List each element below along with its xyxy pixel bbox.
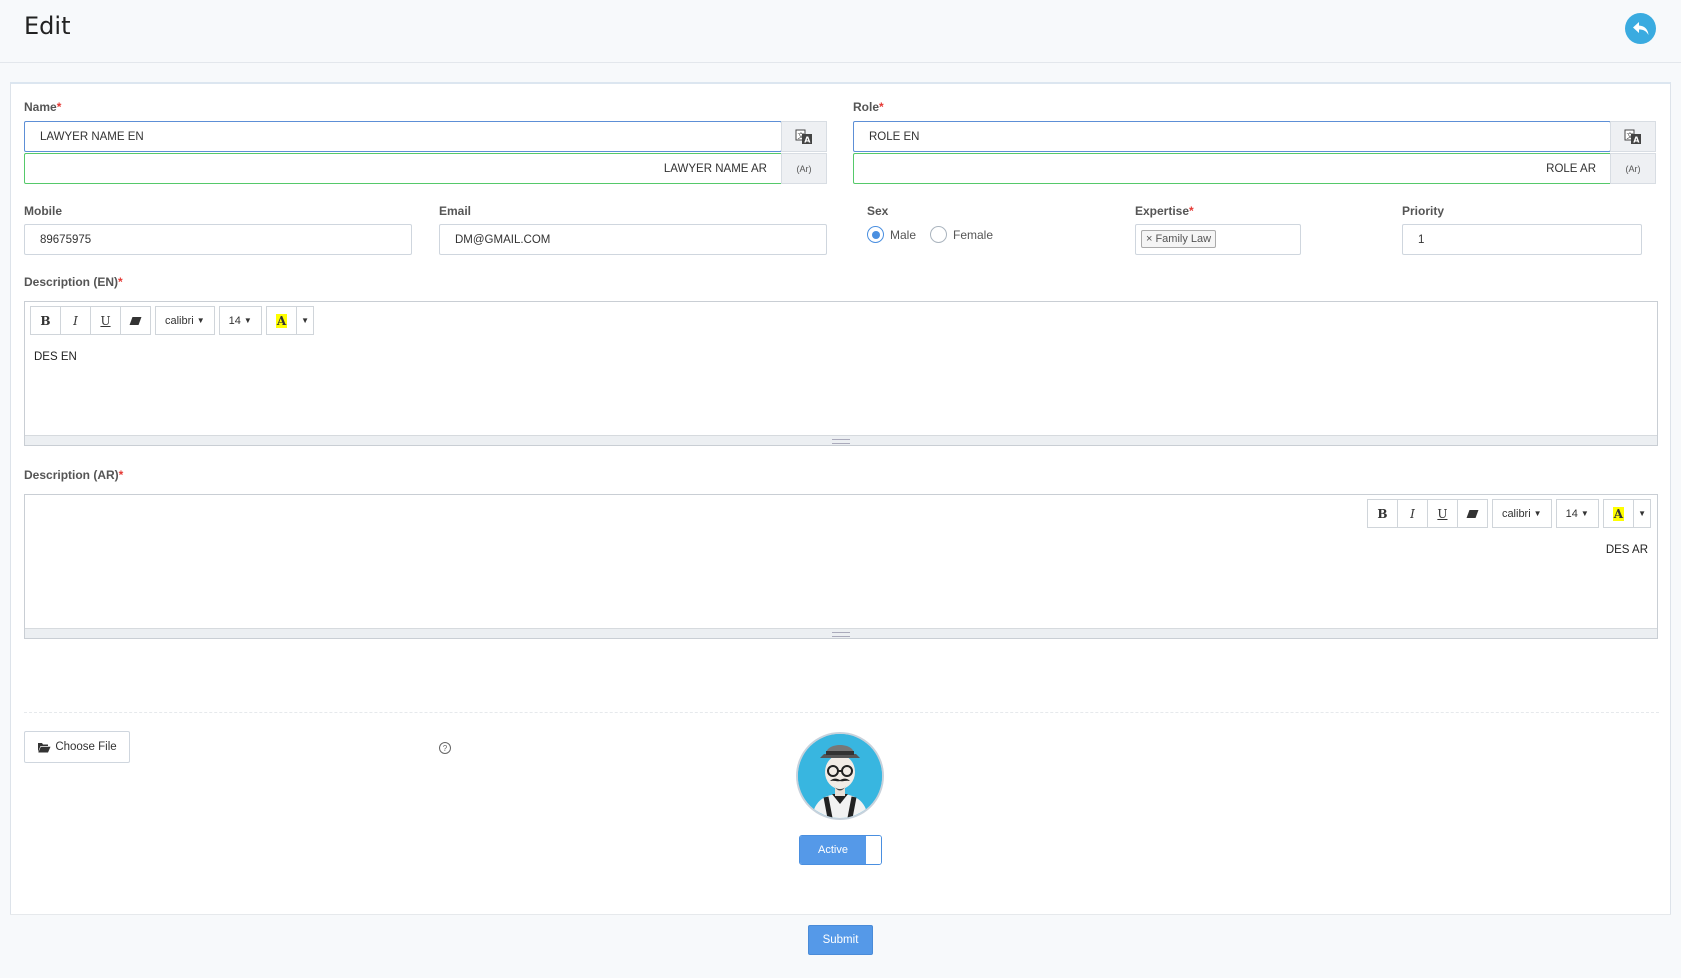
font-size-value: 14 — [1565, 507, 1578, 520]
choose-file-button[interactable]: Choose File — [24, 731, 130, 763]
font-size-value: 14 — [228, 314, 241, 327]
description-ar-editor[interactable]: B I U calibri ▼ 14 ▼ A ▼ DES AR — [24, 494, 1658, 639]
editor-content[interactable]: DES EN — [34, 351, 77, 363]
italic-button[interactable]: I — [60, 306, 91, 335]
editor-toolbar: B I U calibri ▼ 14 ▼ A ▼ — [30, 306, 315, 335]
choose-file-label: Choose File — [55, 741, 117, 753]
font-size-dropdown[interactable]: 14 ▼ — [1555, 499, 1599, 528]
highlight-icon: A — [1612, 506, 1625, 521]
name-label: Name* — [24, 100, 62, 114]
role-ar-tag: (Ar) — [1610, 153, 1656, 184]
active-toggle[interactable]: Active — [799, 835, 882, 865]
caret-down-icon: ▼ — [196, 316, 205, 325]
font-family-dropdown[interactable]: calibri ▼ — [1491, 499, 1552, 528]
color-dropdown-button[interactable]: ▼ — [296, 306, 315, 335]
name-ar-tag: (Ar) — [781, 153, 827, 184]
eraser-button[interactable] — [1456, 499, 1488, 528]
caret-down-icon: ▼ — [1638, 509, 1646, 518]
help-icon[interactable]: ? — [439, 742, 451, 754]
underline-button[interactable]: U — [90, 306, 121, 335]
radio-label: Male — [890, 227, 917, 242]
translate-icon: 文 A — [795, 129, 812, 144]
name-ar-input[interactable]: LAWYER NAME AR — [24, 153, 783, 184]
radio-label: Female — [953, 227, 994, 242]
editor-toolbar: B I U calibri ▼ 14 ▼ A ▼ — [1366, 499, 1651, 528]
font-family-value: calibri — [165, 314, 194, 327]
radio-circle — [930, 226, 947, 243]
resize-handle[interactable] — [25, 435, 1657, 445]
highlight-icon: A — [275, 313, 288, 328]
editor-content[interactable]: DES AR — [1606, 544, 1648, 556]
font-family-value: calibri — [1501, 507, 1531, 520]
expertise-tag: × Family Law — [1141, 230, 1217, 248]
role-en-input[interactable]: ROLE EN — [853, 121, 1611, 152]
translate-icon: 文 A — [1624, 129, 1641, 144]
radio-circle — [867, 226, 884, 243]
mobile-input[interactable]: 89675975 — [24, 224, 412, 255]
reply-icon — [1632, 21, 1648, 35]
color-dropdown-button[interactable]: ▼ — [1633, 499, 1651, 528]
toggle-knob — [866, 836, 881, 864]
role-label: Role* — [853, 100, 884, 114]
submit-button[interactable]: Submit — [808, 925, 873, 955]
bold-button[interactable]: B — [30, 306, 61, 335]
eraser-icon — [129, 316, 142, 325]
role-ar-input[interactable]: ROLE AR — [853, 153, 1612, 184]
toggle-on-label: Active — [800, 836, 866, 864]
font-family-dropdown[interactable]: calibri ▼ — [155, 306, 215, 335]
svg-text:A: A — [1633, 135, 1640, 144]
font-size-dropdown[interactable]: 14 ▼ — [218, 306, 262, 335]
translate-button[interactable]: 文 A — [1610, 121, 1656, 152]
expertise-label: Expertise* — [1135, 204, 1194, 218]
email-input[interactable]: DM@GMAIL.COM — [439, 224, 827, 255]
bold-button[interactable]: B — [1366, 499, 1398, 528]
tag-label: Family Law — [1155, 233, 1212, 245]
eraser-icon — [1466, 509, 1479, 518]
remove-tag-icon[interactable]: × — [1146, 233, 1152, 245]
text-color-button[interactable]: A — [1602, 499, 1635, 528]
text-color-button[interactable]: A — [265, 306, 298, 335]
sex-label: Sex — [867, 204, 889, 218]
description-en-label: Description (EN)* — [24, 275, 123, 289]
page-title: Edit — [24, 12, 71, 40]
eraser-button[interactable] — [120, 306, 151, 335]
name-en-input[interactable]: LAWYER NAME EN — [24, 121, 782, 152]
email-label: Email — [439, 204, 472, 218]
folder-open-icon — [38, 742, 51, 752]
section-divider — [24, 712, 1659, 713]
translate-button[interactable]: 文 A — [781, 121, 827, 152]
resize-handle[interactable] — [25, 628, 1657, 638]
caret-down-icon: ▼ — [1580, 509, 1589, 518]
avatar — [796, 732, 884, 820]
svg-text:A: A — [804, 135, 811, 144]
sex-female-radio[interactable]: Female — [930, 226, 993, 243]
italic-button[interactable]: I — [1396, 499, 1428, 528]
mobile-label: Mobile — [24, 204, 62, 218]
sex-male-radio[interactable]: Male — [867, 226, 916, 243]
priority-label: Priority — [1402, 204, 1445, 218]
caret-down-icon: ▼ — [243, 316, 252, 325]
priority-input[interactable]: 1 — [1402, 224, 1642, 255]
caret-down-icon: ▼ — [301, 316, 310, 325]
back-button[interactable] — [1625, 13, 1656, 44]
caret-down-icon: ▼ — [1533, 509, 1542, 518]
description-en-editor[interactable]: B I U calibri ▼ 14 ▼ A ▼ DES EN — [24, 301, 1658, 446]
underline-button[interactable]: U — [1426, 499, 1458, 528]
description-ar-label: Description (AR)* — [24, 468, 124, 482]
header-bar: Edit — [0, 0, 1681, 63]
avatar-illustration — [798, 734, 882, 818]
